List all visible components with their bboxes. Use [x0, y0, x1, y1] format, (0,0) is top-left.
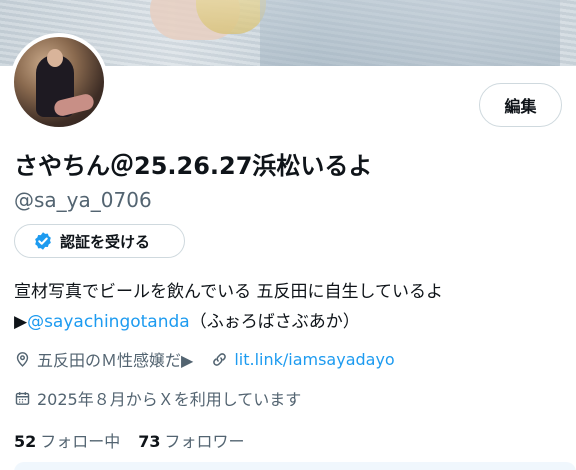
avatar[interactable] [10, 33, 108, 131]
username-handle: @sa_ya_0706 [14, 188, 152, 212]
following-count: 52 [14, 432, 37, 451]
location-item: 五反田のＭ性感嬢だ▶ [14, 347, 193, 371]
get-verified-label: 認証を受ける [60, 232, 151, 251]
bio-line-1: 宣材写真でビールを飲んでいる 五反田に自生しているよ [14, 282, 444, 302]
bio-suffix: （ふぉろばさぶあか） [189, 312, 360, 332]
avatar-face [47, 49, 63, 67]
location-pin-icon [14, 351, 31, 368]
get-verified-button[interactable]: 認証を受ける [14, 224, 185, 258]
followers-link[interactable]: 73 フォロワー [138, 428, 244, 452]
followers-label: フォロワー [164, 432, 245, 451]
website-link[interactable]: lit.link/iamsayadayo [234, 350, 394, 369]
follow-stats: 52 フォロー中 73 フォロワー [14, 428, 245, 452]
profile-meta-row: 五反田のＭ性感嬢だ▶ lit.link/iamsayadayo [14, 347, 413, 371]
joined-text: 2025年８月からＸを利用しています [37, 390, 302, 409]
edit-profile-button[interactable]: 編集 [479, 83, 562, 127]
following-link[interactable]: 52 フォロー中 [14, 428, 120, 452]
verified-badge-icon [33, 231, 53, 251]
bio-mention-link[interactable]: @sayachingotanda [27, 312, 190, 332]
following-label: フォロー中 [40, 432, 121, 451]
location-text: 五反田のＭ性感嬢だ▶ [37, 351, 194, 370]
bio-arrow: ▶ [14, 312, 28, 332]
calendar-icon [14, 390, 31, 407]
joined-row: 2025年８月からＸを利用しています [14, 386, 301, 410]
bottom-banner-strip [14, 462, 576, 470]
profile-bio: 宣材写真でビールを飲んでいる 五反田に自生しているよ ▶@sayachingot… [14, 277, 570, 337]
bio-line-2: ▶@sayachingotanda（ふぉろばさぶあか） [14, 307, 570, 337]
followers-count: 73 [138, 432, 161, 451]
website-item[interactable]: lit.link/iamsayadayo [211, 350, 395, 369]
link-icon [211, 351, 228, 368]
display-name: さやちん＠25.26.27浜松いるよ [14, 152, 373, 180]
banner-sweater-shape [260, 0, 560, 66]
